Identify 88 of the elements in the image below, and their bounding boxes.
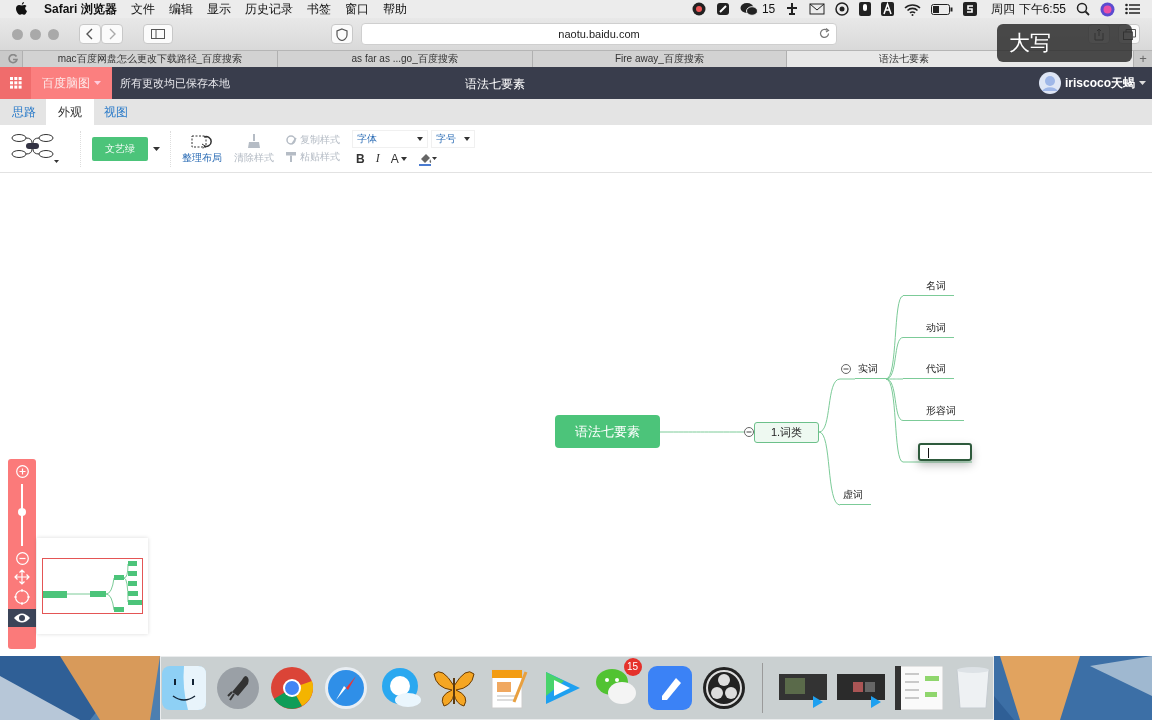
apps-menu-button[interactable] xyxy=(0,67,31,99)
sidebar-button[interactable] xyxy=(143,24,173,44)
user-menu-button[interactable]: iriscoco天蝎 xyxy=(1038,72,1146,94)
battery-icon[interactable] xyxy=(931,3,954,15)
compass-icon[interactable] xyxy=(323,666,368,710)
reload-icon[interactable] xyxy=(819,28,830,39)
menu-item[interactable]: 显示 xyxy=(206,0,231,18)
caret-icon xyxy=(1139,81,1146,85)
input-method-icon[interactable] xyxy=(963,2,978,16)
letter-icon[interactable] xyxy=(881,2,895,16)
brush-icon xyxy=(246,132,262,149)
save-status-text: 所有更改均已保存本地 xyxy=(120,75,230,91)
square-logo-icon[interactable] xyxy=(715,2,730,16)
sidebar-icon xyxy=(151,29,165,39)
font-color-button[interactable]: A xyxy=(386,149,411,168)
wifi-icon[interactable] xyxy=(904,2,922,16)
apple-icon[interactable] xyxy=(16,2,28,16)
rocket-icon[interactable] xyxy=(215,666,260,710)
bold-button[interactable]: B xyxy=(352,149,369,168)
zoom-out-icon[interactable] xyxy=(15,552,29,565)
caret-icon xyxy=(94,81,101,85)
caret-icon xyxy=(464,136,470,141)
aperture-icon[interactable] xyxy=(701,666,746,710)
microphone-icon[interactable] xyxy=(859,2,872,16)
menu-item[interactable]: 窗口 xyxy=(344,0,369,18)
zoom-in-icon[interactable] xyxy=(15,465,29,478)
collapse-icon[interactable] xyxy=(744,427,754,437)
envelope-icon[interactable] xyxy=(809,3,826,15)
menu-item[interactable]: 历史记录 xyxy=(244,0,293,18)
copy-style-icon xyxy=(286,135,297,145)
menu-item[interactable]: 帮助 xyxy=(382,0,407,18)
finder-face-icon[interactable] xyxy=(161,666,206,710)
chat-bubbles-icon[interactable] xyxy=(739,2,758,16)
plane-icon[interactable] xyxy=(785,2,800,16)
message-count: 15 xyxy=(761,2,776,16)
caret-icon xyxy=(400,156,407,161)
menu-item[interactable]: 文件 xyxy=(130,0,155,18)
document-title: 语法七要素 xyxy=(465,76,525,93)
clock-text[interactable]: 周四 下午6:55 xyxy=(991,0,1066,18)
paint-roller-icon xyxy=(286,152,297,162)
app-menu[interactable]: Safari 浏览器 xyxy=(44,0,117,18)
paint-bucket-icon xyxy=(417,151,438,166)
browser-tab[interactable]: mac百度网盘怎么更改下载路径_百度搜索 xyxy=(22,51,277,67)
collapse-icon[interactable] xyxy=(841,364,851,374)
chevron-left-icon xyxy=(86,28,94,40)
menu-item[interactable]: 编辑 xyxy=(168,0,193,18)
topic-node[interactable]: 名词 xyxy=(903,278,954,296)
circle-logo-icon[interactable] xyxy=(835,2,850,16)
topic-node[interactable]: 动词 xyxy=(903,319,954,338)
eye-icon xyxy=(13,612,31,624)
color-wheel-icon[interactable] xyxy=(269,666,314,710)
list-icon[interactable] xyxy=(1125,3,1140,15)
back-button[interactable] xyxy=(79,24,101,44)
browser-tab[interactable]: as far as ...go_百度搜索 xyxy=(276,51,532,67)
arrange-layout-icon xyxy=(191,132,213,149)
ribbon-tab[interactable]: 思路 xyxy=(2,99,46,125)
move-icon[interactable] xyxy=(14,569,30,585)
topic-node[interactable]: 形容词 xyxy=(903,402,964,421)
minimap-drawing[interactable] xyxy=(42,558,143,614)
pencil-icon[interactable] xyxy=(647,666,692,710)
minimap-toggle-button[interactable] xyxy=(8,609,36,627)
topic-input-field[interactable] xyxy=(918,443,972,461)
notification-badge: 15 xyxy=(623,658,642,676)
topic-node[interactable]: 虚词 xyxy=(840,487,871,505)
caret-icon[interactable] xyxy=(153,146,160,151)
shield-button[interactable] xyxy=(331,24,353,44)
chevron-right-icon xyxy=(108,28,116,40)
caret-icon xyxy=(417,136,423,141)
browser-tab[interactable]: Fire away_百度搜索 xyxy=(531,51,787,67)
font-family-select[interactable]: 字体 xyxy=(352,129,428,148)
grid-icon xyxy=(9,77,22,89)
font-size-select[interactable]: 字号 xyxy=(431,129,475,148)
menu-item[interactable]: 书签 xyxy=(306,0,331,18)
circle-logo-icon[interactable] xyxy=(691,2,706,16)
avatar-icon xyxy=(1038,72,1061,94)
topic-node[interactable]: 代词 xyxy=(903,361,954,379)
ribbon-tab[interactable]: 视图 xyxy=(94,99,138,125)
siri-icon[interactable] xyxy=(1100,1,1115,17)
window-thumbnail[interactable] xyxy=(894,666,943,710)
italic-button[interactable]: I xyxy=(371,149,384,168)
shield-icon xyxy=(336,27,348,41)
topic-node[interactable]: 1.词类 xyxy=(754,421,819,443)
caps-lock-toast: 大写 xyxy=(997,24,1132,62)
address-bar[interactable]: naotu.baidu.com xyxy=(361,23,837,45)
arrange-layout-button[interactable]: 整理布局 xyxy=(182,132,222,165)
ribbon-tab[interactable]: 外观 xyxy=(46,99,94,125)
topic-node[interactable]: 实词 xyxy=(855,361,886,379)
search-icon[interactable] xyxy=(1076,2,1090,16)
